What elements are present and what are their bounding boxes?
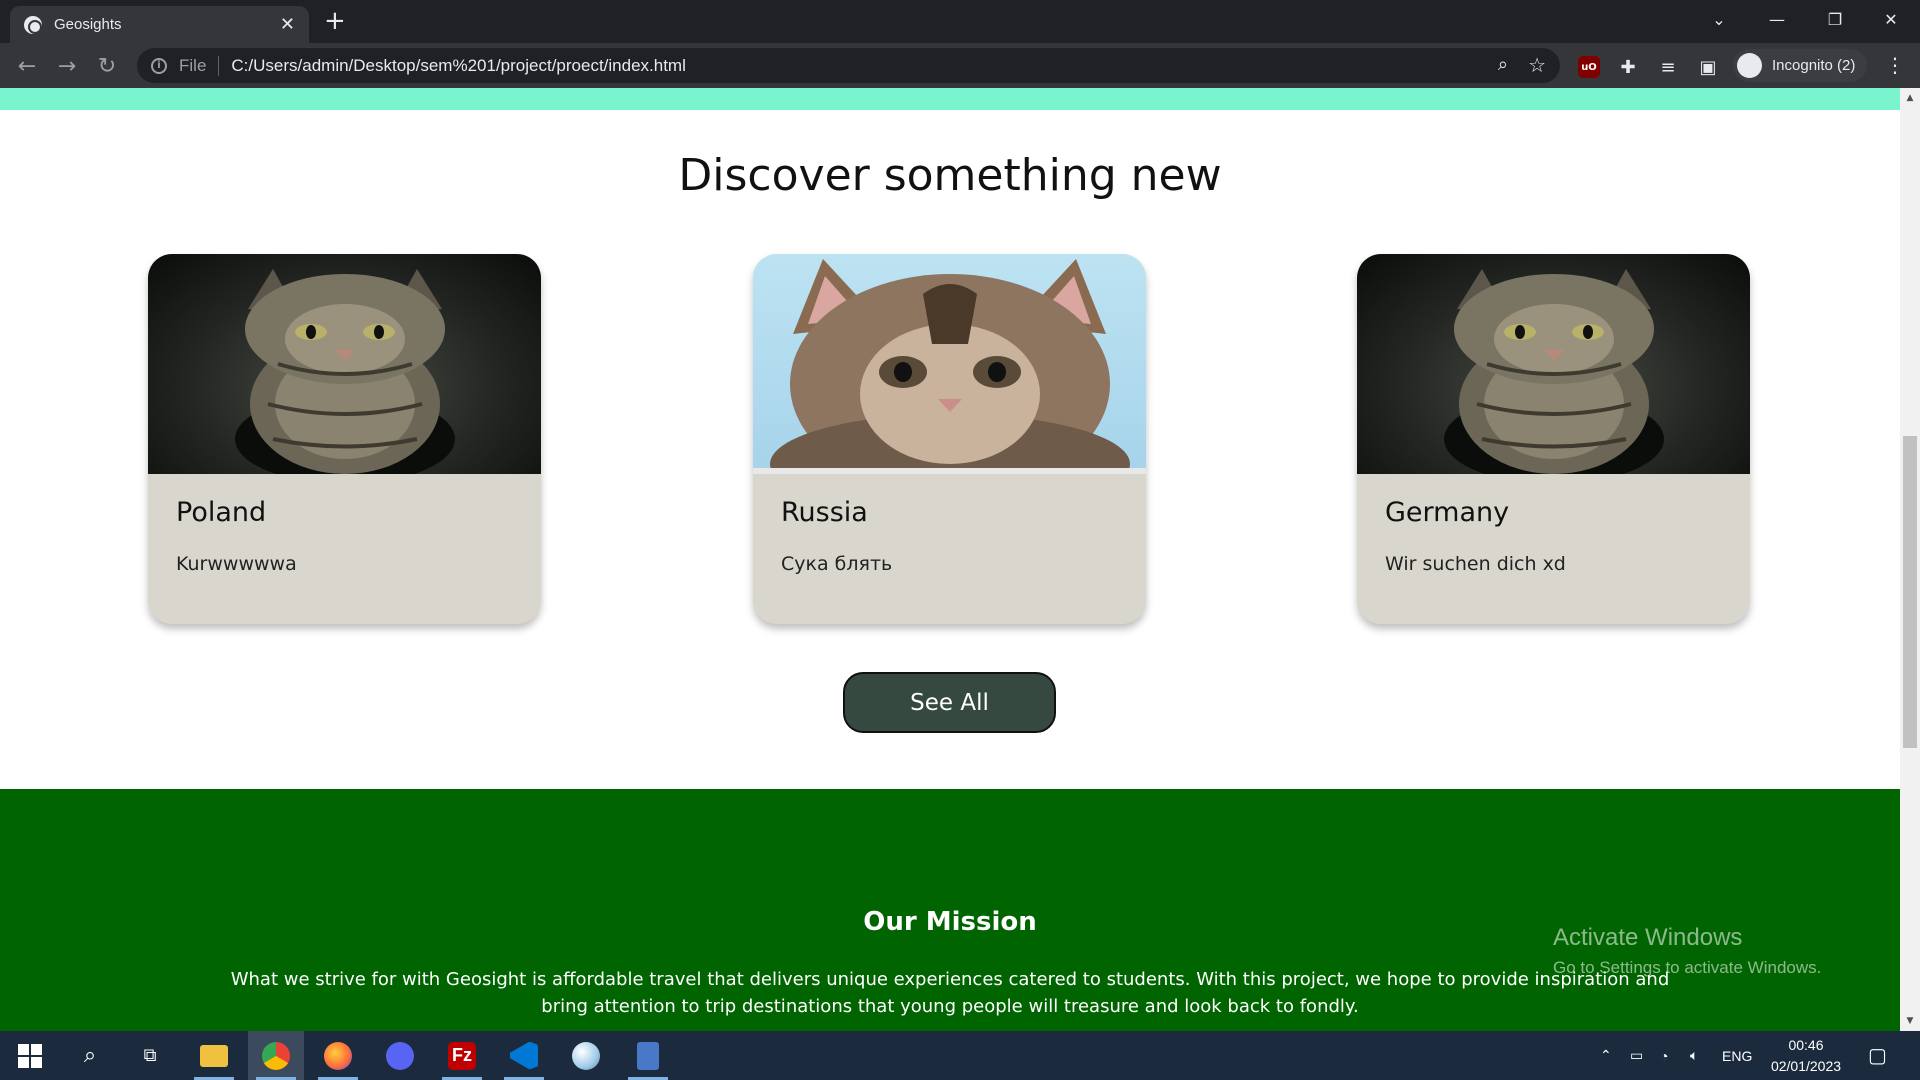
- task-view-icon[interactable]: ⧉: [122, 1031, 178, 1080]
- section-heading: Discover something new: [678, 150, 1222, 201]
- scroll-down-icon[interactable]: ▼: [1900, 1013, 1920, 1029]
- card-title: Poland: [176, 497, 267, 528]
- system-clock[interactable]: 00:46 02/01/2023: [1756, 1035, 1856, 1077]
- scrollbar-thumb[interactable]: [1903, 436, 1917, 748]
- destination-card[interactable]: Germany Wir suchen dich xd: [1357, 254, 1750, 624]
- firefox-icon[interactable]: [310, 1031, 366, 1080]
- vscode-icon[interactable]: [496, 1031, 552, 1080]
- browser-tab[interactable]: Geosights ✕: [10, 6, 309, 43]
- file-explorer-icon[interactable]: [186, 1031, 242, 1080]
- wifi-icon[interactable]: ◔: [1660, 1031, 1668, 1080]
- info-icon[interactable]: i: [151, 57, 167, 74]
- card-description: Kurwwwwwa: [176, 553, 297, 575]
- scroll-up-icon[interactable]: ▲: [1900, 90, 1920, 106]
- watermark-title: Activate Windows: [1553, 924, 1743, 951]
- clock-date: 02/01/2023: [1770, 1058, 1842, 1074]
- side-panel-icon[interactable]: ▣: [1697, 56, 1719, 78]
- tray-chevron-icon[interactable]: ⌃: [1600, 1031, 1612, 1080]
- kitten-photo: [753, 254, 1146, 474]
- reload-icon[interactable]: ↻: [90, 49, 124, 83]
- paint-icon[interactable]: [558, 1031, 614, 1080]
- discord-icon[interactable]: [372, 1031, 428, 1080]
- mission-section: Our Mission What we strive for with Geos…: [0, 789, 1900, 1031]
- card-description: Wir suchen dich xd: [1385, 553, 1566, 575]
- address-bar[interactable]: i File C:/Users/admin/Desktop/sem%201/pr…: [137, 48, 1560, 83]
- card-title: Germany: [1385, 497, 1510, 528]
- close-window-button[interactable]: ✕: [1862, 0, 1920, 38]
- extensions-puzzle-icon[interactable]: ✚: [1617, 56, 1639, 78]
- tab-close-icon[interactable]: ✕: [280, 14, 295, 35]
- see-all-button[interactable]: See All: [843, 672, 1056, 733]
- browser-titlebar: Geosights ✕ + ⌄ — ❐ ✕: [0, 0, 1920, 43]
- mission-text: What we strive for with Geosight is affo…: [230, 969, 1670, 1017]
- language-indicator[interactable]: ENG: [1722, 1031, 1752, 1080]
- cat-photo: [148, 254, 541, 474]
- card-description: Сука блять: [781, 553, 893, 575]
- tab-search-button[interactable]: ⌄: [1690, 0, 1748, 38]
- calculator-icon[interactable]: [620, 1031, 676, 1080]
- incognito-profile-button[interactable]: Incognito (2): [1733, 49, 1867, 82]
- media-control-icon[interactable]: ≡: [1657, 56, 1679, 78]
- scheme-label: File: [179, 55, 207, 75]
- bookmark-star-icon[interactable]: ☆: [1528, 53, 1546, 77]
- filezilla-icon[interactable]: Fz: [434, 1031, 490, 1080]
- url-text[interactable]: C:/Users/admin/Desktop/sem%201/project/p…: [231, 56, 685, 76]
- restore-button[interactable]: ❐: [1806, 0, 1864, 38]
- forward-icon[interactable]: →: [50, 49, 84, 83]
- activate-windows-watermark: Activate Windows Go to Settings to activ…: [1553, 924, 1821, 978]
- cat-photo: [1357, 254, 1750, 474]
- address-divider: [218, 55, 220, 76]
- notification-icon[interactable]: ▢: [1868, 1031, 1887, 1080]
- minimize-button[interactable]: —: [1748, 0, 1806, 38]
- destination-card[interactable]: Russia Сука блять: [753, 254, 1146, 624]
- search-icon[interactable]: ⌕: [62, 1031, 118, 1080]
- destination-card[interactable]: Poland Kurwwwwwa: [148, 254, 541, 624]
- volume-icon[interactable]: 🔈︎: [1690, 1031, 1698, 1080]
- clock-time: 00:46: [1788, 1037, 1824, 1053]
- start-icon[interactable]: [2, 1031, 58, 1080]
- back-icon[interactable]: ←: [10, 49, 44, 83]
- windows-taskbar: ⌕ ⧉ Fz ⌃ ▭ ◔ 🔈︎ ENG 00:46 02/01/2023 ▢: [0, 1031, 1920, 1080]
- globe-icon: [24, 15, 42, 34]
- new-tab-button[interactable]: +: [324, 6, 346, 36]
- card-title: Russia: [781, 497, 868, 528]
- battery-icon[interactable]: ▭: [1630, 1031, 1643, 1080]
- header-band: [0, 88, 1900, 110]
- watermark-subtitle: Go to Settings to activate Windows.: [1553, 958, 1822, 977]
- ublock-icon[interactable]: uO: [1578, 56, 1600, 78]
- page-scrollbar[interactable]: ▲ ▼: [1900, 88, 1920, 1031]
- kebab-menu-icon[interactable]: ⋮: [1885, 53, 1905, 77]
- incognito-icon: [1737, 53, 1762, 78]
- page-viewport: Discover something new Poland Kurwwwwwa …: [0, 88, 1900, 1031]
- zoom-icon[interactable]: ⌕: [1498, 54, 1508, 75]
- tab-title: Geosights: [54, 16, 122, 33]
- profile-label: Incognito (2): [1772, 57, 1856, 74]
- browser-toolbar: ← → ↻ i File C:/Users/admin/Desktop/sem%…: [0, 43, 1920, 88]
- chrome-icon[interactable]: [248, 1031, 304, 1080]
